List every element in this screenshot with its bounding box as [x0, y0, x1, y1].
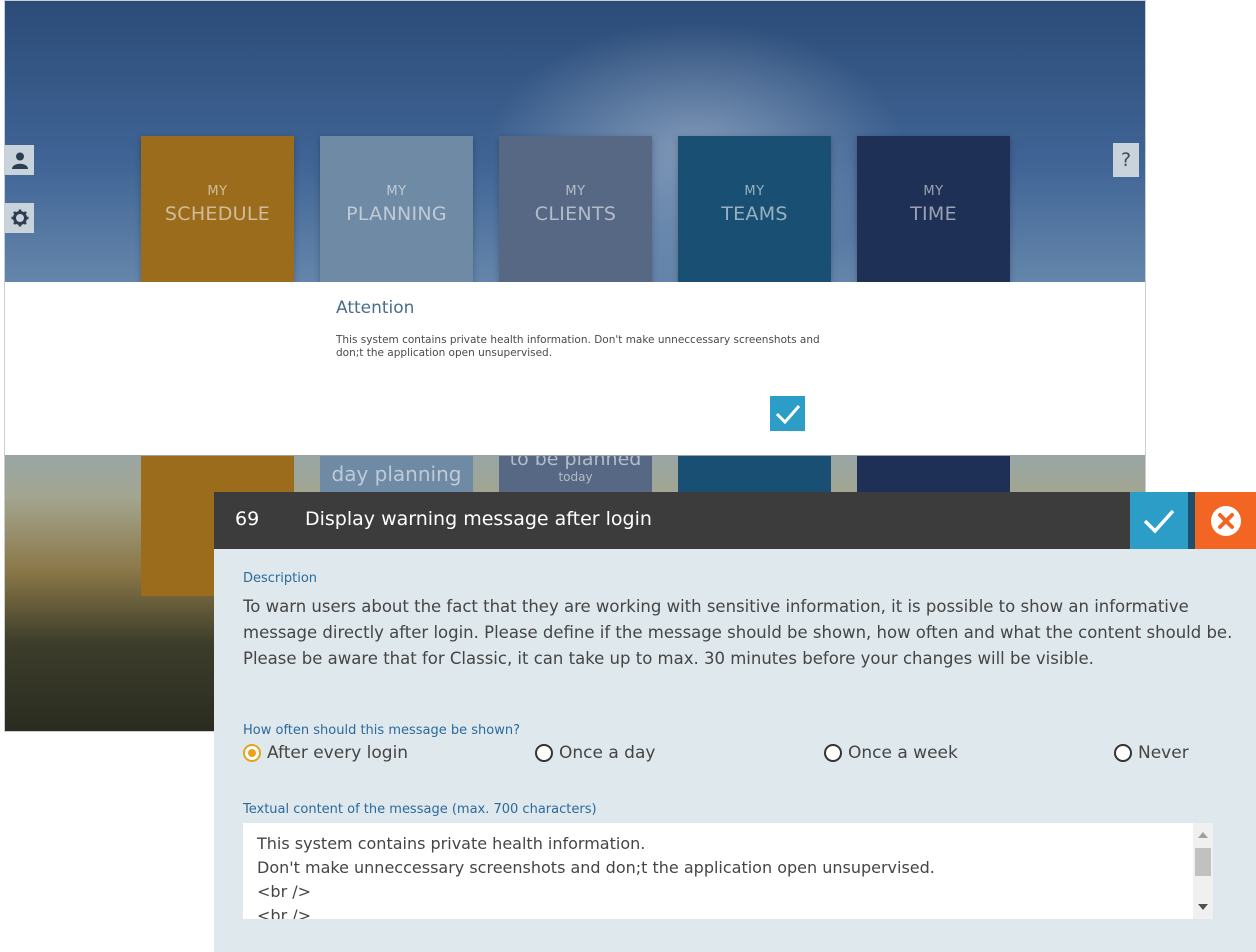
message-content-value: This system contains private health info… — [257, 834, 935, 919]
tile-lower-label: day planning — [331, 462, 462, 486]
checkmark-icon — [775, 404, 800, 424]
radio-label: Never — [1138, 743, 1189, 763]
tile-top-label: MY — [386, 184, 407, 199]
tile-my-teams[interactable]: MY TEAMS — [678, 136, 831, 283]
attention-title: Attention — [336, 298, 415, 318]
tile-main-label: TIME — [910, 203, 957, 225]
radio-unselected-icon — [824, 744, 842, 762]
save-button[interactable] — [1130, 492, 1188, 549]
scroll-thumb[interactable] — [1195, 848, 1211, 876]
tile-time-lower[interactable] — [857, 456, 1010, 494]
tile-main-label: TEAMS — [721, 203, 788, 225]
header-separator — [1188, 492, 1195, 549]
tile-top-label: MY — [923, 184, 944, 199]
radio-unselected-icon — [535, 744, 553, 762]
radio-label: Once a week — [848, 743, 958, 763]
tile-main-label: CLIENTS — [534, 203, 617, 225]
attention-modal: Attention This system contains private h… — [5, 282, 1145, 455]
tile-lower-label: to be planned — [509, 456, 642, 470]
help-button[interactable]: ? — [1113, 143, 1139, 177]
checkmark-icon — [1143, 509, 1175, 534]
setting-number: 69 — [235, 508, 260, 530]
tile-main-label: PLANNING — [346, 203, 447, 225]
tile-clients-lower[interactable]: to be planned today — [499, 456, 652, 494]
radio-label: After every login — [267, 743, 409, 763]
radio-never[interactable]: Never — [1114, 743, 1189, 763]
setting-dialog: 69 Display warning message after login D… — [214, 492, 1256, 952]
tile-my-clients[interactable]: MY CLIENTS — [499, 136, 652, 283]
user-button[interactable] — [5, 145, 34, 175]
dialog-title: Display warning message after login — [305, 508, 652, 530]
radio-once-a-day[interactable]: Once a day — [535, 743, 655, 763]
tile-my-schedule[interactable]: MY SCHEDULE — [141, 136, 294, 283]
radio-label: Once a day — [559, 743, 656, 763]
radio-after-every-login[interactable]: After every login — [243, 743, 408, 763]
tile-planning-lower[interactable]: day planning — [320, 456, 473, 494]
settings-button[interactable] — [5, 203, 34, 233]
tile-top-label: MY — [207, 184, 228, 199]
close-icon — [1210, 505, 1241, 536]
user-icon — [11, 152, 28, 169]
tile-lower-sublabel: today — [558, 470, 593, 484]
frequency-label: How often should this message be shown? — [243, 723, 520, 738]
tile-my-planning[interactable]: MY PLANNING — [320, 136, 473, 283]
tile-top-label: MY — [565, 184, 586, 199]
tile-teams-lower[interactable] — [678, 456, 831, 494]
cancel-button[interactable] — [1195, 492, 1256, 549]
radio-unselected-icon — [1114, 744, 1132, 762]
content-label: Textual content of the message (max. 700… — [243, 802, 597, 817]
tile-main-label: SCHEDULE — [164, 203, 271, 225]
tile-my-time[interactable]: MY TIME — [857, 136, 1010, 283]
gear-icon — [11, 209, 28, 227]
dialog-header: 69 Display warning message after login — [214, 492, 1130, 549]
radio-once-a-week[interactable]: Once a week — [824, 743, 958, 763]
radio-selected-icon — [243, 744, 261, 762]
tile-top-label: MY — [744, 184, 765, 199]
description-text: To warn users about the fact that they a… — [243, 597, 1233, 668]
scroll-up-icon[interactable] — [1198, 832, 1208, 838]
description-label: Description — [243, 571, 318, 586]
help-label: ? — [1120, 149, 1132, 171]
attention-confirm-button[interactable] — [770, 396, 805, 431]
scroll-down-icon[interactable] — [1198, 904, 1208, 910]
attention-message: This system contains private health info… — [336, 334, 820, 359]
message-content-textarea[interactable]: This system contains private health info… — [243, 823, 1213, 919]
textarea-scrollbar[interactable] — [1193, 823, 1213, 919]
